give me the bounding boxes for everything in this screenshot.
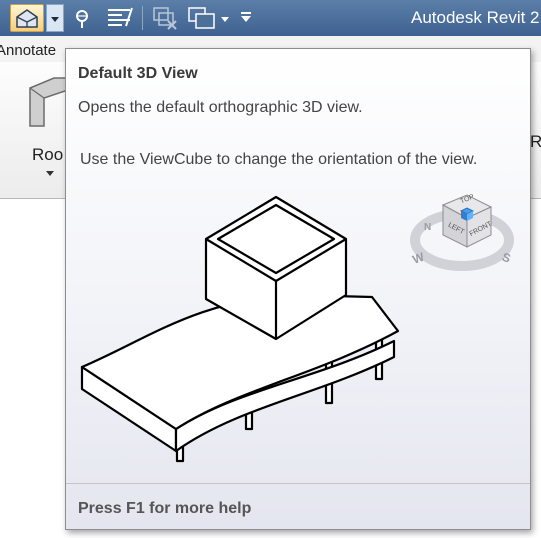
switch-windows-icon bbox=[188, 7, 215, 29]
switch-windows-dropdown[interactable] bbox=[218, 4, 232, 32]
default-3d-view-button[interactable] bbox=[10, 4, 44, 32]
roof-icon bbox=[29, 77, 69, 127]
close-inactive-views-button[interactable] bbox=[150, 4, 180, 32]
close-views-icon bbox=[153, 7, 177, 30]
tooltip-detail: Use the ViewCube to change the orientati… bbox=[80, 151, 478, 168]
building-3d-illustration bbox=[80, 195, 400, 463]
default-3d-view-tooltip: Default 3D View Opens the default orthog… bbox=[65, 48, 531, 530]
tooltip-divider bbox=[66, 483, 530, 484]
tooltip-title: Default 3D View bbox=[78, 65, 198, 82]
roof-label: Roo bbox=[32, 145, 64, 164]
toolbar-separator bbox=[142, 6, 143, 30]
chevron-down-icon bbox=[221, 17, 229, 22]
tooltip-help-text: Press F1 for more help bbox=[78, 500, 252, 517]
switch-windows-button[interactable] bbox=[186, 4, 218, 32]
3d-view-dropdown-button[interactable] bbox=[46, 4, 64, 32]
thin-lines-button[interactable] bbox=[104, 4, 134, 32]
quick-access-toolbar: Autodesk Revit 2 bbox=[0, 0, 541, 36]
customize-icon bbox=[241, 12, 251, 22]
customize-toolbar-button[interactable] bbox=[236, 4, 256, 32]
thin-lines-icon bbox=[108, 7, 133, 27]
chevron-down-icon bbox=[51, 17, 59, 22]
app-title: Autodesk Revit 2 bbox=[411, 8, 540, 27]
roof-button[interactable]: Roo bbox=[22, 76, 69, 186]
compass-north: N bbox=[424, 222, 431, 233]
close-hidden-windows-button[interactable] bbox=[68, 4, 96, 32]
close-hidden-windows-icon bbox=[76, 10, 88, 28]
tab-annotate[interactable]: Annotate bbox=[0, 42, 56, 59]
house-3d-icon bbox=[16, 9, 38, 28]
tooltip-description: Opens the default orthographic 3D view. bbox=[78, 99, 363, 116]
chevron-down-icon bbox=[46, 171, 54, 176]
viewcube-illustration: TOP LEFT FRONT N W S bbox=[410, 193, 514, 271]
ribbon-right-fragment: Ra bbox=[530, 132, 541, 151]
